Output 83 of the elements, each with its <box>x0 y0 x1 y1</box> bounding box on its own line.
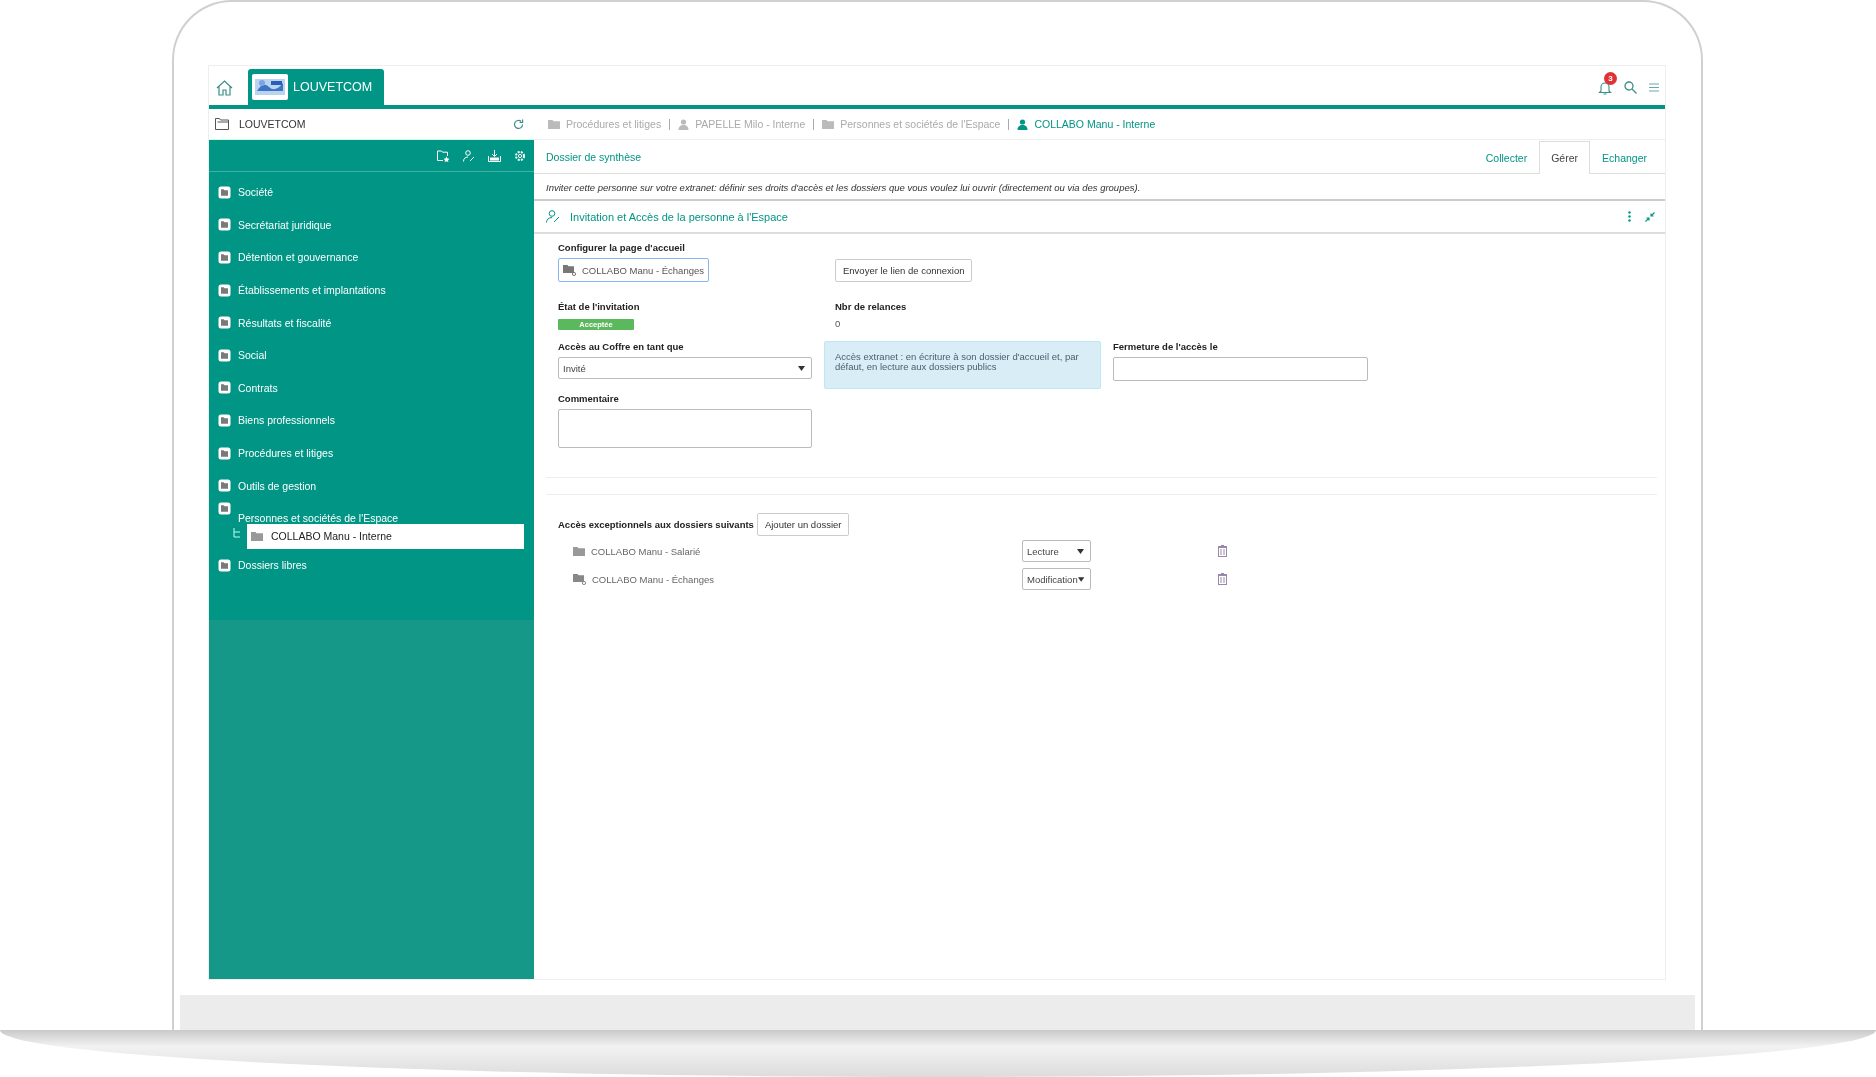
folder-icon <box>218 558 231 572</box>
trash-icon[interactable] <box>1218 573 1227 585</box>
folder-icon <box>218 348 231 362</box>
user-edit-icon[interactable] <box>463 149 475 162</box>
sidebar-item[interactable]: Biens professionnels <box>218 404 524 437</box>
field-label: État de l'invitation <box>558 301 641 312</box>
tab[interactable]: Collecter <box>1473 141 1540 173</box>
folder-icon <box>218 381 231 395</box>
folder-icon <box>218 446 231 460</box>
sidebar-item[interactable]: Contrats <box>218 371 524 405</box>
panel-title: Invitation et Accès de la personne à l'Espace <box>570 210 788 223</box>
info-text: Inviter cette personne sur votre extranet: définir ses droits d'accès et les dossiers que vous voulez lui ouvrir (directement ou via des groupes). <box>534 174 1665 201</box>
folder-icon <box>548 119 560 129</box>
sidebar-item[interactable]: Outils de gestion <box>218 469 524 502</box>
folder-icon <box>218 316 231 330</box>
folder-icon <box>573 546 585 556</box>
notification-badge: 3 <box>1604 71 1617 85</box>
settings-icon[interactable] <box>514 149 526 162</box>
folder-icon <box>218 218 231 232</box>
info-note: Accès extranet : en écriture à son dossier d'accueil et, par défaut, en lecture aux dossiers publics <box>824 341 1101 389</box>
caret-icon <box>798 365 805 371</box>
sidebar-title: LOUVETCOM <box>239 118 306 130</box>
folder-icon <box>218 283 231 297</box>
comment-field[interactable] <box>558 409 812 448</box>
sidebar-item[interactable]: Secrétariat juridique <box>218 208 524 242</box>
trash-icon[interactable] <box>1218 545 1227 557</box>
folder-name: COLLABO Manu - Salarié <box>573 545 1022 557</box>
add-folder-button[interactable]: Ajouter un dossier <box>756 513 850 536</box>
shared-folder-icon <box>573 573 586 585</box>
search-icon[interactable] <box>1624 81 1637 94</box>
more-icon[interactable] <box>1628 211 1631 222</box>
collapse-icon[interactable] <box>1645 211 1655 222</box>
sidebar-item[interactable]: Personnes et sociétés de l'Espace <box>218 501 524 524</box>
field-label: Configurer la page d'accueil <box>558 242 686 253</box>
sidebar-item[interactable]: Dossiers libres <box>218 548 524 582</box>
access-select[interactable]: Lecture <box>1022 540 1091 562</box>
field-label: Fermeture de l'accès le <box>1113 341 1219 352</box>
breadcrumb-link[interactable]: Procédures et litiges <box>540 118 670 130</box>
sidebar-item[interactable]: Détention et gouvernance <box>218 241 524 274</box>
section-label: Accès exceptionnels aux dossiers suivants <box>558 519 754 530</box>
folder-icon <box>218 479 231 493</box>
breadcrumb-link[interactable]: COLLABO Manu - Interne <box>1008 118 1164 130</box>
reminder-count: 0 <box>835 318 841 329</box>
shared-folder-icon <box>563 264 576 276</box>
caret-icon <box>1077 548 1084 554</box>
sidebar-item[interactable]: Procédures et litiges <box>218 436 524 470</box>
home-icon[interactable] <box>216 79 233 96</box>
folder-icon <box>218 413 231 427</box>
user-edit-icon <box>546 210 560 223</box>
person-icon <box>678 118 690 130</box>
access-select[interactable]: Modification <box>1022 568 1091 590</box>
folder-icon <box>218 185 231 199</box>
role-select[interactable]: Invité <box>558 357 812 379</box>
synthesis-link[interactable]: Dossier de synthèse <box>546 150 642 163</box>
download-tray-icon[interactable] <box>488 149 501 162</box>
sidebar-item[interactable]: Résultats et fiscalité <box>218 306 524 339</box>
person-icon <box>1017 118 1029 130</box>
field-label: Nbr de relances <box>835 301 908 312</box>
caret-icon <box>1077 576 1084 582</box>
space-tab[interactable]: LOUVETCOM <box>248 69 385 105</box>
breadcrumb-link[interactable]: Personnes et sociétés de l'Espace <box>813 118 1009 130</box>
field-label: Commentaire <box>558 393 620 404</box>
tab[interactable]: Echanger <box>1590 141 1659 173</box>
field-label: Accès au Coffre en tant que <box>558 341 685 352</box>
send-link-button[interactable]: Envoyer le lien de connexion <box>835 259 973 282</box>
breadcrumb-link[interactable]: PAPELLE Milo - Interne <box>669 118 814 130</box>
sidebar-item[interactable]: Établissements et implantations <box>218 273 524 307</box>
date-field[interactable] <box>1113 357 1368 381</box>
folder-icon <box>251 531 263 542</box>
tab[interactable]: Gérer <box>1539 141 1591 174</box>
sidebar-item[interactable]: Social <box>218 338 524 372</box>
folder-icon <box>215 118 229 130</box>
folder-star-icon[interactable] <box>437 149 450 162</box>
sidebar-item[interactable]: Société <box>218 176 524 209</box>
menu-icon[interactable] <box>1649 83 1659 92</box>
bell-icon[interactable] <box>1598 80 1612 95</box>
tree-icon <box>233 527 241 538</box>
folder-name: COLLABO Manu - Échanges <box>573 573 1022 585</box>
folder-icon <box>822 119 835 129</box>
folder-icon <box>218 251 231 264</box>
home-page-field[interactable]: COLLABO Manu - Échanges <box>558 258 709 282</box>
refresh-icon[interactable] <box>513 118 524 130</box>
folder-icon <box>218 501 231 515</box>
